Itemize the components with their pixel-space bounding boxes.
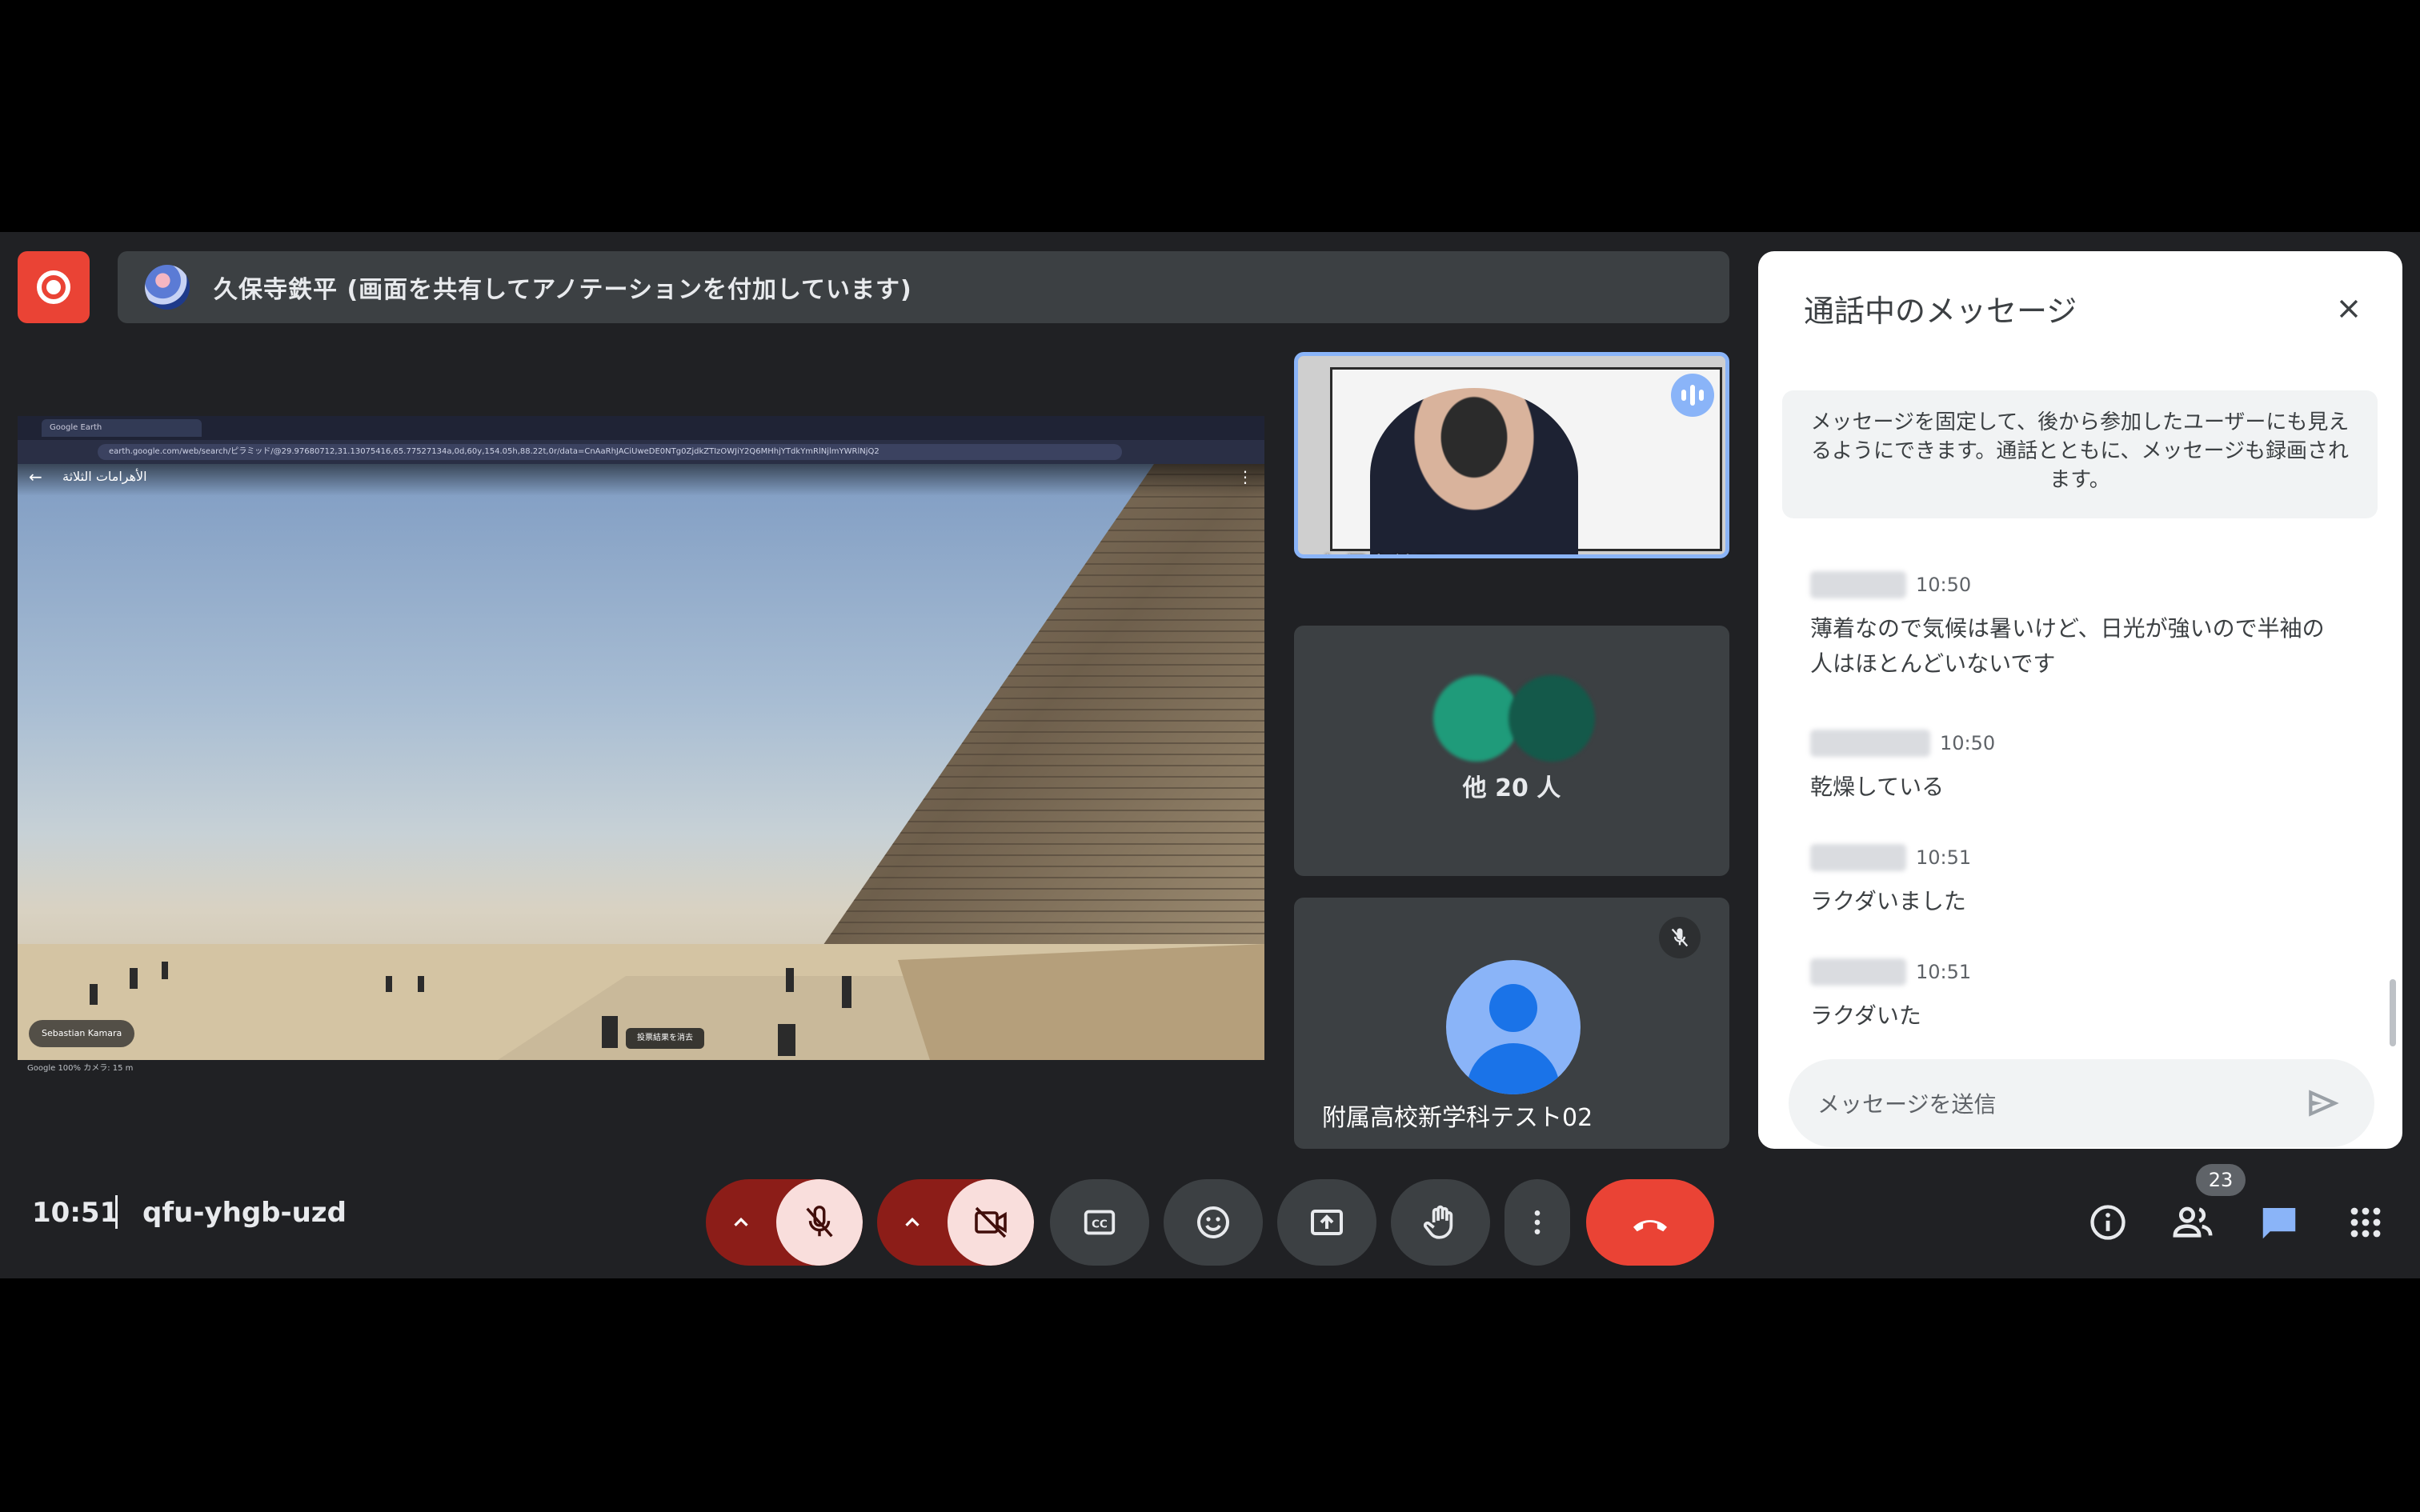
chat-message: 10:50 乾燥している	[1810, 730, 2338, 805]
present-screen-button[interactable]	[1277, 1179, 1376, 1266]
street-view-image: ← الأهرامات الثلاثة ⋮ Sebastian Kamara 投…	[18, 464, 1264, 1060]
chat-sender	[1810, 730, 1930, 757]
chat-time: 10:51	[1916, 846, 1972, 869]
meeting-code: qfu-yhgb-uzd	[142, 1197, 347, 1229]
send-icon[interactable]	[2304, 1083, 2344, 1123]
mic-toggle-button[interactable]	[776, 1179, 863, 1266]
shared-browser-tabstrip: Google Earth	[18, 416, 1264, 440]
chat-time: 10:50	[1940, 732, 1996, 754]
camera-control	[877, 1179, 1034, 1266]
others-count-label: 他 20 人	[1462, 774, 1561, 802]
chat-button[interactable]	[2241, 1184, 2318, 1261]
emoji-icon	[1197, 1206, 1229, 1238]
shared-browser-toolbar: earth.google.com/web/search/ピラミッド/@29.97…	[18, 440, 1264, 464]
leave-call-button[interactable]	[1586, 1179, 1714, 1266]
people-button[interactable]	[2154, 1184, 2231, 1261]
chat-text: 乾燥している	[1810, 774, 1945, 800]
chat-scrollbar[interactable]	[2390, 979, 2396, 1046]
chat-message-input[interactable]	[1816, 1059, 2299, 1149]
street-view-author: Sebastian Kamara	[29, 1020, 135, 1047]
microphone-control	[706, 1179, 863, 1266]
close-icon[interactable]	[2326, 286, 2371, 331]
mic-off-icon	[806, 1206, 833, 1238]
street-view-place-title: الأهرامات الثلاثة	[62, 469, 147, 484]
divider	[115, 1195, 118, 1229]
recording-button[interactable]	[18, 251, 90, 323]
pyramid-image	[18, 464, 1264, 1060]
participant-avatar	[1446, 960, 1581, 1094]
info-icon	[2090, 1205, 2126, 1240]
street-view-chip[interactable]: 投票結果を消去	[626, 1028, 704, 1049]
share-icon[interactable]: ⋮	[1237, 467, 1253, 486]
chat-sender	[1810, 571, 1906, 598]
meeting-details-button[interactable]	[2069, 1184, 2146, 1261]
chat-text: 薄着なので気候は暑いけど、日光が強いので半袖の人はほとんどいないです	[1810, 615, 2325, 677]
activities-button[interactable]	[2327, 1184, 2404, 1261]
others-tile[interactable]: 他 20 人	[1294, 626, 1729, 876]
chat-time: 10:51	[1916, 961, 1972, 983]
more-options-button[interactable]	[1504, 1179, 1570, 1266]
chat-message: 10:50 薄着なので気候は暑いけど、日光が強いので半袖の人はほとんどいないです	[1810, 571, 2338, 682]
chat-icon	[2262, 1208, 2296, 1239]
reactions-button[interactable]	[1164, 1179, 1263, 1266]
apps-grid-icon	[2350, 1207, 2381, 1238]
shared-screen[interactable]: Google Earth earth.google.com/web/search…	[18, 416, 1264, 1235]
meeting-time: 10:51	[32, 1197, 119, 1229]
chat-time: 10:50	[1916, 574, 1972, 596]
mic-off-icon	[1659, 917, 1701, 958]
presenter-label: 久保寺鉄平 (画面を共有してアノテーションを付加しています)	[214, 276, 912, 304]
chevron-up-icon	[905, 1217, 920, 1226]
presenter-bar: 久保寺鉄平 (画面を共有してアノテーションを付加しています)	[118, 251, 1729, 323]
shared-browser-tab: Google Earth	[42, 419, 202, 437]
shared-browser-url: earth.google.com/web/search/ピラミッド/@29.97…	[98, 444, 1122, 460]
street-view-footer: Google 100% カメラ: 15 m	[18, 1060, 1264, 1078]
street-view-topbar	[18, 464, 1264, 496]
chat-text: ラクダいました	[1810, 888, 1966, 914]
back-arrow-icon[interactable]: ←	[29, 467, 42, 486]
chat-panel: 通話中のメッセージ メッセージを固定して、後から参加したユーザーにも見えるように…	[1758, 251, 2402, 1149]
chat-sender	[1810, 844, 1906, 871]
chat-text: ラクダいた	[1810, 1002, 1921, 1029]
chat-pin-info: メッセージを固定して、後から参加したユーザーにも見えるようにできます。通話ととも…	[1782, 390, 2378, 518]
hand-icon	[1423, 1205, 1453, 1239]
presenter-avatar	[145, 265, 190, 310]
speaker-video-person	[1370, 388, 1578, 554]
more-vert-icon	[1534, 1210, 1541, 1234]
captions-button[interactable]: CC	[1050, 1179, 1149, 1266]
closed-captions-icon: CC	[1084, 1210, 1116, 1235]
chevron-up-icon	[734, 1217, 748, 1226]
people-icon	[2173, 1206, 2213, 1238]
chat-message: 10:51 ラクダいた	[1810, 958, 2338, 1034]
avatar	[1508, 675, 1595, 762]
meet-window: 久保寺鉄平 (画面を共有してアノテーションを付加しています) Google Ea…	[0, 232, 2420, 1278]
camera-toggle-button[interactable]	[948, 1179, 1034, 1266]
camera-off-icon	[975, 1206, 1007, 1238]
present-screen-icon	[1311, 1210, 1343, 1235]
chat-input-container	[1789, 1059, 2374, 1149]
record-icon	[37, 270, 70, 304]
chat-title: 通話中のメッセージ	[1804, 294, 2077, 329]
participant-name: 附属高校新学科テスト02	[1322, 1104, 1593, 1132]
chat-message: 10:51 ラクダいました	[1810, 844, 2338, 919]
avatar	[1433, 675, 1520, 762]
speaker-name: 久保寺鉄平	[1319, 546, 1439, 554]
chat-sender	[1810, 958, 1906, 986]
raise-hand-button[interactable]	[1391, 1179, 1490, 1266]
hang-up-icon	[1633, 1220, 1667, 1232]
svg-text:CC: CC	[1092, 1219, 1108, 1231]
participant-tile[interactable]: 附属高校新学科テスト02	[1294, 898, 1729, 1149]
speaking-indicator-icon	[1671, 374, 1714, 417]
speaker-tile[interactable]: 久保寺鉄平	[1294, 352, 1729, 558]
